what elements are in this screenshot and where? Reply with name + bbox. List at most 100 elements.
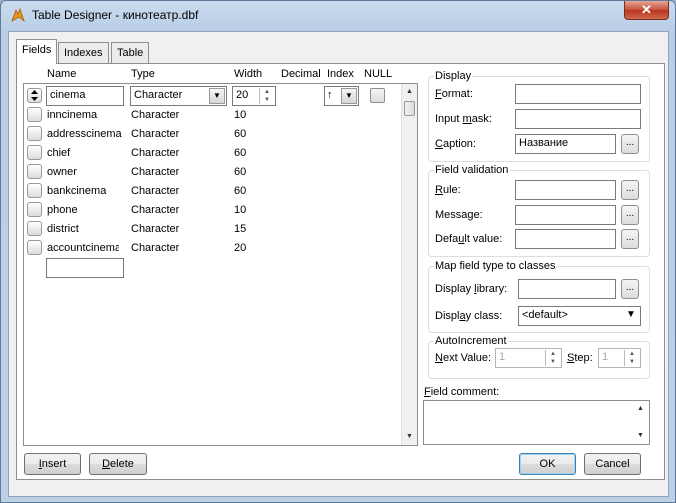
input-mask-input[interactable] (515, 109, 641, 129)
row-move-button[interactable] (27, 88, 42, 103)
field-width[interactable]: 10 (234, 204, 246, 216)
chevron-down-icon[interactable]: ▼ (341, 88, 357, 104)
message-input[interactable] (515, 205, 616, 225)
field-name-input[interactable]: cinema (46, 86, 124, 106)
field-index-select[interactable]: ↑ ▼ (324, 86, 359, 106)
next-value-label: Next Value: (435, 352, 491, 364)
spin-down-icon[interactable]: ▼ (625, 358, 639, 366)
field-name[interactable]: owner (47, 166, 125, 178)
rule-input[interactable] (515, 180, 616, 200)
field-name[interactable]: district (47, 223, 125, 235)
spin-down-icon[interactable]: ▼ (260, 96, 274, 104)
cancel-button[interactable]: Cancel (584, 453, 641, 475)
input-mask-accel: m (462, 113, 472, 125)
field-width[interactable]: 60 (234, 147, 246, 159)
row-selector[interactable] (27, 107, 42, 122)
field-name[interactable]: bankcinema (47, 185, 125, 197)
default-ellipsis-button[interactable]: ... (621, 229, 639, 249)
foxpro-app-icon (11, 7, 25, 23)
field-comment-textarea[interactable]: ▲ ▼ (423, 400, 650, 445)
field-type[interactable]: Character (131, 147, 179, 159)
field-width[interactable]: 60 (234, 166, 246, 178)
grid-vertical-scrollbar[interactable]: ▲ ▼ (401, 84, 417, 445)
tab-table[interactable]: Table (111, 42, 150, 63)
field-width[interactable]: 15 (234, 223, 246, 235)
comment-scrollbar[interactable]: ▲ ▼ (633, 401, 649, 444)
row-selector[interactable] (27, 221, 42, 236)
step-spinner[interactable]: 1 ▲ ▼ (598, 348, 641, 368)
ok-button[interactable]: OK (519, 453, 576, 475)
field-width[interactable]: 60 (234, 128, 246, 140)
spin-up-icon[interactable]: ▲ (260, 88, 274, 96)
delete-button[interactable]: Delete (89, 453, 147, 475)
field-type[interactable]: Character (131, 109, 179, 121)
validation-group-title: Field validation (434, 164, 510, 176)
class-rest: y class: (465, 310, 503, 322)
new-field-name-input[interactable] (46, 258, 124, 278)
field-type[interactable]: Character (131, 185, 179, 197)
field-name[interactable]: addresscinema (47, 128, 125, 140)
row-selector[interactable] (27, 183, 42, 198)
input-mask-label: Input mask: (435, 113, 492, 125)
field-type[interactable]: Character (131, 166, 179, 178)
caption-input[interactable]: Название (515, 134, 616, 154)
default-value-label: Default value: (435, 233, 502, 245)
chevron-down-icon[interactable]: ▼ (209, 88, 225, 104)
spin-down-icon[interactable]: ▼ (546, 358, 560, 366)
row-selector[interactable] (27, 164, 42, 179)
scroll-up-icon[interactable]: ▲ (633, 401, 648, 417)
field-width[interactable]: 20 (234, 242, 246, 254)
field-name[interactable]: inncinema (47, 109, 125, 121)
close-button[interactable]: ✕ (624, 1, 669, 20)
message-ellipsis-button[interactable]: ... (621, 205, 639, 225)
field-type-value: Character (134, 89, 183, 101)
display-library-label: Display library: (435, 283, 507, 295)
row-selector[interactable] (27, 126, 42, 141)
field-type[interactable]: Character (131, 242, 179, 254)
caption-ellipsis-button[interactable]: ... (621, 134, 639, 154)
format-input[interactable] (515, 84, 641, 104)
spin-up-icon[interactable]: ▲ (546, 350, 560, 358)
field-width[interactable]: 10 (234, 109, 246, 121)
tab-indexes[interactable]: Indexes (58, 42, 109, 63)
scroll-down-icon[interactable]: ▼ (633, 428, 648, 444)
scroll-up-icon[interactable]: ▲ (402, 84, 417, 100)
field-name[interactable]: chief (47, 147, 125, 159)
field-name[interactable]: accountcinema (47, 242, 119, 254)
map-field-type-group: Map field type to classes Display librar… (428, 260, 650, 333)
row-selector[interactable] (27, 240, 42, 255)
insert-label: nsert (41, 458, 67, 470)
move-updown-icon (31, 90, 38, 101)
field-width[interactable]: 60 (234, 185, 246, 197)
row-selector[interactable] (27, 145, 42, 160)
caption-label-text: aption: (442, 138, 476, 150)
next-value-spinner[interactable]: 1 ▲ ▼ (495, 348, 562, 368)
spin-up-icon[interactable]: ▲ (625, 350, 639, 358)
rule-ellipsis-button[interactable]: ... (621, 180, 639, 200)
input-mask-pre: Input (435, 113, 463, 125)
row-selector[interactable] (27, 202, 42, 217)
tab-fields[interactable]: Fields (16, 39, 58, 64)
default-value-input[interactable] (515, 229, 616, 249)
scroll-down-icon[interactable]: ▼ (402, 429, 417, 445)
field-type[interactable]: Character (131, 223, 179, 235)
display-group-title: Display (434, 70, 473, 82)
field-null-checkbox[interactable] (370, 88, 385, 103)
chevron-down-icon[interactable]: ▼ (623, 308, 639, 324)
field-type-select[interactable]: Character ▼ (130, 86, 227, 106)
column-header-type: Type (131, 68, 155, 80)
field-type[interactable]: Character (131, 128, 179, 140)
field-type[interactable]: Character (131, 204, 179, 216)
field-name[interactable]: phone (47, 204, 125, 216)
library-ellipsis-button[interactable]: ... (621, 279, 639, 299)
display-class-select[interactable]: <default> ▼ (518, 306, 641, 326)
scrollbar-thumb[interactable] (404, 101, 415, 116)
title-bar[interactable]: Table Designer - кинотеатр.dbf ✕ (1, 1, 675, 31)
field-width-spinner[interactable]: 20 ▲ ▼ (232, 86, 276, 106)
next-spin-arrows[interactable]: ▲ ▼ (545, 350, 560, 366)
insert-button[interactable]: Insert (24, 453, 81, 475)
width-spin-arrows[interactable]: ▲ ▼ (259, 88, 274, 104)
fields-grid[interactable]: cinema Character ▼ 20 ▲ ▼ ↑ ▼ inncinema C… (23, 83, 418, 446)
step-spin-arrows[interactable]: ▲ ▼ (624, 350, 639, 366)
display-library-input[interactable] (518, 279, 616, 299)
